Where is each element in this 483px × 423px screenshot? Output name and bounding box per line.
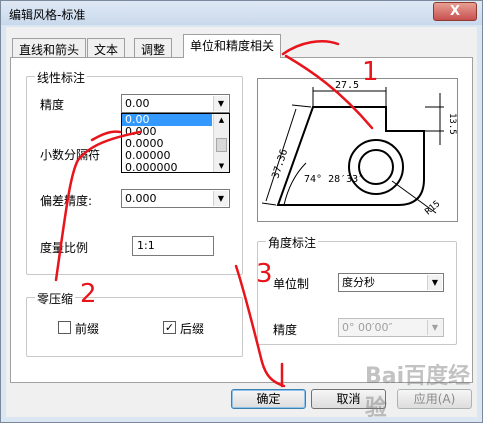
angle-unit-value: 度分秒 [342,276,375,289]
angle-precision-select: 0° 00′00″ ▼ [338,318,444,337]
angle-precision-value: 0° 00′00″ [342,321,393,334]
linear-group-title: 线性标注 [35,69,88,86]
precision-label: 精度 [40,98,65,112]
trailing-label: 后缀 [180,322,205,336]
precision-select-value: 0.00 [125,97,150,110]
zero-group-title: 零压缩 [35,290,76,307]
chevron-down-icon[interactable]: ▼ [213,191,228,206]
window-title: 编辑风格-标准 [9,8,86,22]
tab-fit[interactable]: 调整 [134,38,173,58]
dim-arc-angle [283,162,307,206]
dim-radius-text: R15 [424,199,443,217]
close-icon: X [449,4,461,19]
angle-unit-select[interactable]: 度分秒 ▼ [338,273,444,292]
angular-group-title: 角度标注 [266,234,319,251]
chevron-down-icon[interactable]: ▼ [427,275,442,290]
tolerance-select-value: 0.000 [125,192,157,205]
title-bar: 编辑风格-标准 X [1,1,482,25]
dimension-preview: 27.5 13.5 37.36 74° 28′33″ R15 [257,78,458,222]
dim-top-text: 27.5 [335,80,359,91]
scroll-thumb[interactable] [216,138,227,152]
chevron-down-icon: ▼ [427,320,442,335]
dim-left-text: 37.36 [270,148,290,180]
tab-lines-arrows[interactable]: 直线和箭头 [12,38,87,58]
dim-right-text: 13.5 [447,113,457,135]
angle-unit-label: 单位制 [273,277,310,291]
preview-drawing: 27.5 13.5 37.36 74° 28′33″ R15 [261,80,457,217]
precision-dropdown-list[interactable]: 0.00 0.000 0.0000 0.00000 0.000000 ▲ ▼ [121,113,230,174]
chevron-up-icon[interactable]: ▲ [214,114,229,126]
part-hole [348,139,404,195]
tolerance-precision-label: 偏差精度: [40,194,93,208]
leading-checkbox[interactable] [58,321,71,334]
tolerance-precision-select[interactable]: 0.000 ▼ [121,189,230,208]
trailing-checkbox[interactable]: ✓ [163,321,176,334]
watermark-logo: Bai百度经验 [365,364,471,421]
chevron-down-icon[interactable]: ▼ [213,96,228,111]
tab-units-precision[interactable]: 单位和精度相关 [183,34,282,58]
chevron-down-icon[interactable]: ▼ [214,160,229,172]
ok-button[interactable]: 确定 [231,389,306,409]
close-button[interactable]: X [433,2,477,21]
angle-precision-label: 精度 [273,323,298,337]
leading-label: 前缀 [75,322,100,336]
precision-select[interactable]: 0.00 ▼ [121,94,230,113]
dropdown-scrollbar[interactable]: ▲ ▼ [213,114,229,172]
measure-scale-input[interactable]: 1:1 [132,236,214,256]
dim-angle-text: 74° 28′33″ [304,174,364,185]
tab-text[interactable]: 文本 [87,38,126,58]
decimal-separator-label: 小数分隔符 [40,148,101,162]
measure-scale-label: 度量比例 [40,241,89,255]
